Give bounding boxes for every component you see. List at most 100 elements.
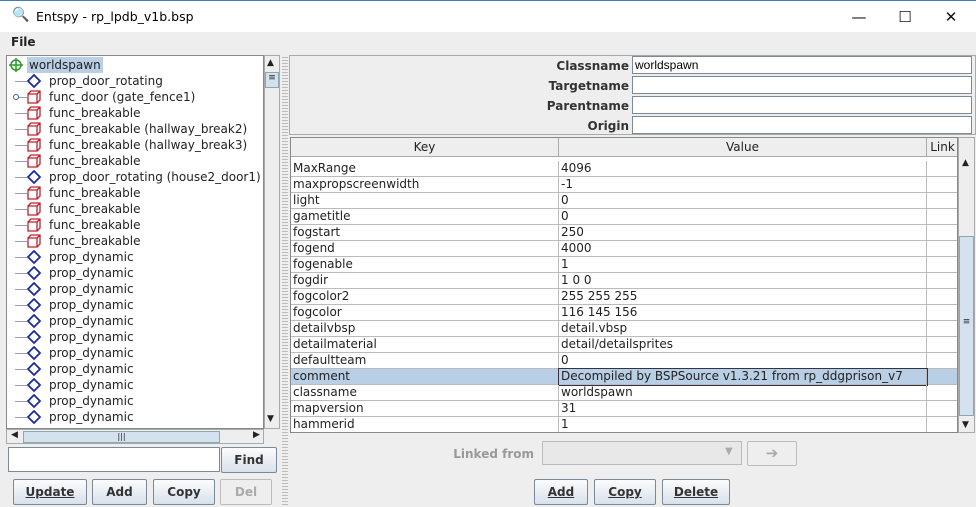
key-cell[interactable]: fogenable	[291, 257, 559, 273]
value-cell[interactable]: 0	[559, 193, 927, 209]
scroll-up-icon[interactable]: ▲	[267, 58, 274, 68]
table-row[interactable]: detailmaterial detail/detailsprites	[291, 337, 957, 353]
link-cell[interactable]	[927, 321, 957, 337]
table-row[interactable]: mapversion 31	[291, 401, 957, 417]
tree-vertical-scrollbar[interactable]: ▲ ≡ ▼	[264, 55, 280, 429]
key-cell[interactable]: fogdir	[291, 273, 559, 289]
link-cell[interactable]	[927, 241, 957, 257]
key-cell[interactable]: maxpropscreenwidth	[291, 177, 559, 193]
column-header-key[interactable]: Key	[291, 138, 559, 157]
table-row[interactable]: light 0	[291, 193, 957, 209]
scroll-down-icon[interactable]: ▼	[267, 414, 274, 424]
value-cell[interactable]: 116 145 156	[559, 305, 927, 321]
table-row[interactable]: hammerid 1	[291, 417, 957, 432]
table-row[interactable]: maxpropscreenwidth -1	[291, 177, 957, 193]
update-button[interactable]: Update	[13, 479, 87, 505]
key-cell[interactable]: fogcolor	[291, 305, 559, 321]
link-cell[interactable]	[927, 177, 957, 193]
link-cell[interactable]	[927, 257, 957, 273]
minimize-button[interactable]: —	[836, 5, 882, 29]
key-cell[interactable]: gametitle	[291, 209, 559, 225]
key-cell[interactable]: light	[291, 193, 559, 209]
value-cell[interactable]: 4096	[559, 161, 927, 177]
value-cell[interactable]: 0	[559, 209, 927, 225]
table-row[interactable]: gametitle 0	[291, 209, 957, 225]
key-cell[interactable]: detailmaterial	[291, 337, 559, 353]
link-cell[interactable]	[927, 385, 957, 401]
find-input[interactable]	[8, 447, 220, 472]
scroll-down-icon[interactable]: ▼	[962, 420, 969, 430]
value-cell[interactable]: detail.vbsp	[559, 321, 927, 337]
scroll-thumb[interactable]: ≡	[265, 72, 279, 88]
linked-from-dropdown[interactable]: ▼	[542, 441, 742, 465]
key-cell[interactable]: MaxRange	[291, 161, 559, 177]
origin-input[interactable]	[632, 116, 972, 134]
table-row[interactable]: comment Decompiled by BSPSource v1.3.21 f…	[291, 368, 957, 386]
chevron-down-icon[interactable]: ▼	[725, 446, 733, 457]
value-cell[interactable]: 250	[559, 225, 927, 241]
value-cell[interactable]: detail/detailsprites	[559, 337, 927, 353]
value-cell[interactable]: 1	[559, 257, 927, 273]
link-cell[interactable]	[927, 353, 957, 369]
link-cell[interactable]	[927, 161, 957, 177]
close-button[interactable]: ✕	[928, 5, 974, 29]
tree-horizontal-scrollbar[interactable]: ◀ ||| ▶	[6, 429, 264, 444]
go-to-link-button[interactable]: ➔	[747, 441, 797, 466]
table-row[interactable]: MaxRange 4096	[291, 161, 957, 177]
link-cell[interactable]	[927, 305, 957, 321]
maximize-button[interactable]: ☐	[882, 5, 928, 29]
table-row[interactable]: detailvbsp detail.vbsp	[291, 321, 957, 337]
table-row[interactable]: classname worldspawn	[291, 385, 957, 401]
column-header-link[interactable]: Link	[927, 138, 957, 157]
table-row[interactable]: fogend 4000	[291, 241, 957, 257]
split-pane-divider[interactable]	[282, 55, 288, 507]
key-cell[interactable]: mapversion	[291, 401, 559, 417]
delete-entity-button[interactable]: Del	[220, 479, 272, 505]
parentname-input[interactable]	[632, 96, 972, 114]
key-cell[interactable]: detailvbsp	[291, 321, 559, 337]
key-cell[interactable]: fogcolor2	[291, 289, 559, 305]
value-cell[interactable]: 0	[559, 353, 927, 369]
table-row[interactable]: fogcolor2 255 255 255	[291, 289, 957, 305]
value-cell[interactable]: 255 255 255	[559, 289, 927, 305]
link-cell[interactable]	[927, 401, 957, 417]
table-row[interactable]: fogenable 1	[291, 257, 957, 273]
scroll-right-icon[interactable]: ▶	[253, 430, 260, 440]
value-cell[interactable]: 1	[559, 417, 927, 432]
classname-input[interactable]	[632, 56, 972, 74]
table-row[interactable]: fogstart 250	[291, 225, 957, 241]
value-cell[interactable]: -1	[559, 177, 927, 193]
table-vertical-scrollbar[interactable]: ▲ ≡ ▼	[958, 137, 975, 433]
table-row[interactable]: defaultteam 0	[291, 353, 957, 369]
find-button[interactable]: Find	[221, 447, 277, 473]
targetname-input[interactable]	[632, 76, 972, 94]
link-cell[interactable]	[927, 209, 957, 225]
key-cell[interactable]: classname	[291, 385, 559, 401]
value-cell[interactable]: worldspawn	[559, 385, 927, 401]
delete-key-button[interactable]: Delete	[662, 479, 730, 505]
add-key-button[interactable]: Add	[534, 479, 588, 505]
link-cell[interactable]	[927, 337, 957, 353]
link-cell[interactable]	[927, 369, 957, 385]
key-cell[interactable]: fogend	[291, 241, 559, 257]
scroll-left-icon[interactable]: ◀	[11, 430, 18, 440]
key-cell[interactable]: hammerid	[291, 417, 559, 432]
link-cell[interactable]	[927, 225, 957, 241]
scroll-up-icon[interactable]: ▲	[962, 158, 969, 168]
key-cell[interactable]: defaultteam	[291, 353, 559, 369]
link-cell[interactable]	[927, 289, 957, 305]
value-cell[interactable]: Decompiled by BSPSource v1.3.21 from rp_…	[558, 368, 928, 386]
h-scroll-thumb[interactable]: |||	[23, 431, 220, 443]
scroll-thumb[interactable]: ≡	[959, 236, 974, 416]
value-cell[interactable]: 31	[559, 401, 927, 417]
keyvalue-table[interactable]: Key Value Link MaxRange 4096 maxpropscreen…	[290, 137, 958, 433]
column-header-value[interactable]: Value	[559, 138, 927, 157]
value-cell[interactable]: 4000	[559, 241, 927, 257]
link-cell[interactable]	[927, 193, 957, 209]
copy-entity-button[interactable]: Copy	[153, 479, 215, 505]
menu-file[interactable]: File	[11, 35, 36, 49]
entity-tree[interactable]: worldspawn prop_door_rotating func_door (g…	[6, 55, 264, 429]
link-cell[interactable]	[927, 417, 957, 432]
table-row[interactable]: fogdir 1 0 0	[291, 273, 957, 289]
table-row[interactable]: fogcolor 116 145 156	[291, 305, 957, 321]
